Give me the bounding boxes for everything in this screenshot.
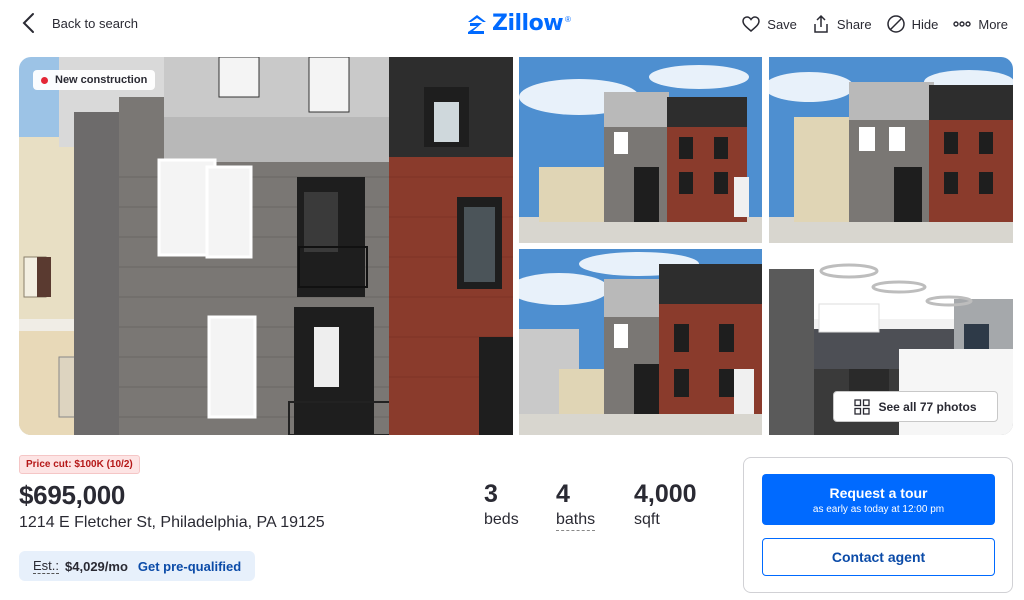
share-icon [814,14,828,33]
sqft-label: sqft [634,511,660,528]
logo-wordmark: Zillow [492,11,564,36]
photo-main[interactable]: New construction [19,57,513,435]
photo-2-image [769,57,1013,243]
request-tour-button[interactable]: Request a tour as early as today at 12:0… [762,474,995,525]
grid-icon [854,398,871,415]
zillow-logo-icon [468,14,486,34]
hide-button[interactable]: Hide [886,14,939,34]
get-prequalified-link[interactable]: Get pre-qualified [138,559,241,574]
photo-1-image [519,57,762,243]
badge-label: New construction [55,74,148,86]
save-label: Save [767,16,797,32]
contact-card: Request a tour as early as today at 12:0… [743,457,1013,593]
photo-main-image [19,57,513,435]
listing-address: 1214 E Fletcher St, Philadelphia, PA 191… [19,514,325,531]
status-dot-icon [41,76,48,84]
top-bar: Back to search Zillow ® Save Share Hide … [0,0,1024,50]
back-to-search-link[interactable]: Back to search [20,12,138,34]
hide-icon [886,15,905,33]
beds-value: 3 [484,480,498,508]
more-icon [953,21,972,27]
beds-label: beds [484,511,519,528]
listing-price: $695,000 [19,480,126,510]
share-button[interactable]: Share [811,14,872,34]
save-button[interactable]: Save [741,14,797,34]
baths-label[interactable]: baths [556,511,596,531]
baths-stat[interactable]: 4 baths [556,480,596,531]
photo-thumbnail-3[interactable] [519,249,762,435]
new-construction-badge: New construction [33,70,156,90]
beds-stat: 3 beds [484,480,519,529]
request-tour-label: Request a tour [829,485,928,501]
more-button[interactable]: More [952,14,1008,34]
baths-value: 4 [556,480,570,508]
sqft-stat: 4,000 sqft [634,480,697,529]
hide-label: Hide [911,16,939,32]
listing-actions: Save Share Hide More [741,14,1008,34]
photo-gallery: New construction See all 77 photos [19,57,1013,435]
more-label: More [978,16,1008,32]
photo-thumbnail-2[interactable] [769,57,1013,243]
payment-estimate: Est.: $4,029/mo Get pre-qualified [19,551,256,581]
sqft-value: 4,000 [634,480,697,508]
share-label: Share [836,16,872,32]
see-all-label: See all 77 photos [878,399,977,414]
heart-icon [742,16,761,32]
photo-thumbnail-1[interactable] [519,57,762,243]
estimate-value: $4,029/mo [65,558,128,574]
request-tour-sublabel: as early as today at 12:00 pm [812,504,945,515]
zillow-logo[interactable]: Zillow ® [466,11,571,36]
contact-agent-button[interactable]: Contact agent [762,538,995,576]
see-all-photos-button[interactable]: See all 77 photos [833,391,998,422]
logo-registered-mark: ® [565,15,571,24]
chevron-left-icon [22,13,34,33]
estimate-label[interactable]: Est.: [33,558,60,574]
price-cut-badge: Price cut: $100K (10/2) [19,455,140,474]
photo-3-image [519,249,762,435]
back-label: Back to search [52,15,138,31]
